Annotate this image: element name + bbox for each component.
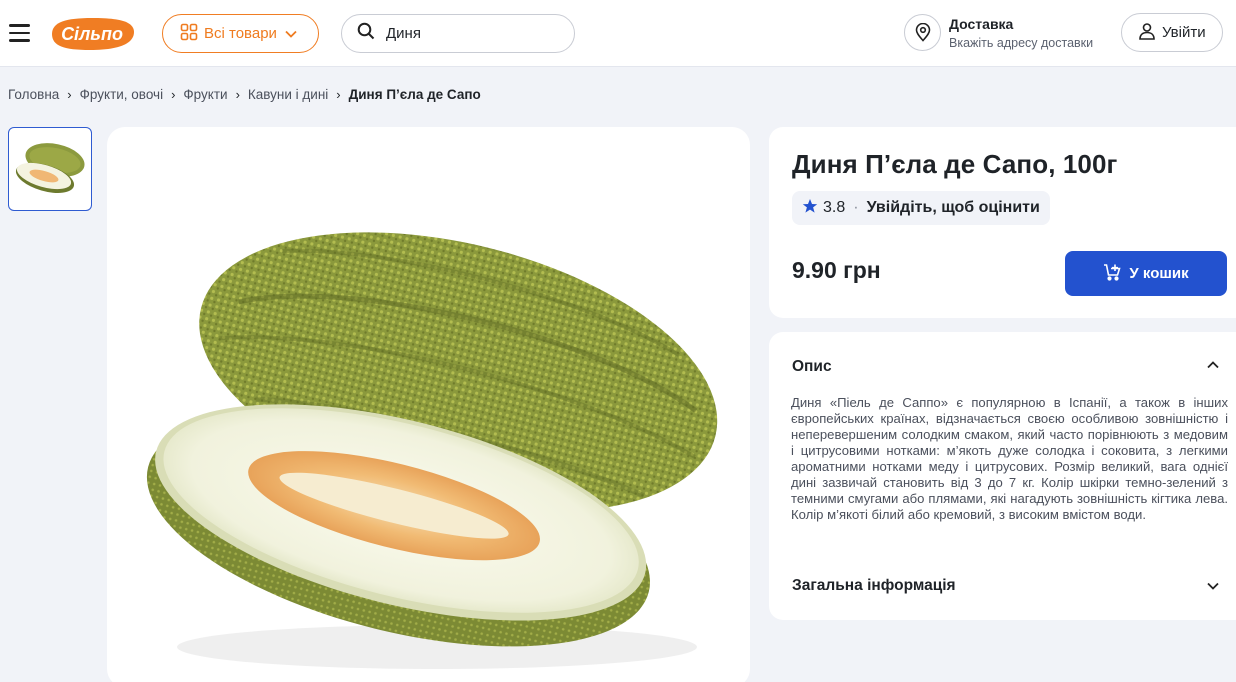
chevron-up-icon[interactable] — [1206, 358, 1226, 378]
login-label: Увійти — [1162, 24, 1206, 41]
menu-icon[interactable] — [9, 24, 30, 42]
description-heading[interactable]: Опис — [792, 358, 832, 376]
add-to-cart-button[interactable]: У кошик — [1065, 251, 1227, 296]
delivery-selector[interactable]: Доставка Вкажіть адресу доставки — [904, 14, 1093, 51]
chevron-right-icon: › — [235, 87, 240, 102]
product-summary-card: Диня П’єла де Сапо, 100г 3.8 · Увійдіть,… — [769, 127, 1236, 318]
add-to-cart-label: У кошик — [1129, 265, 1189, 282]
all-products-label: Всі товари — [204, 25, 277, 42]
breadcrumb-melons[interactable]: Кавуни і дині — [248, 87, 328, 102]
all-products-button[interactable]: Всі товари — [162, 14, 319, 53]
breadcrumb: Головна › Фрукти, овочі › Фрукти › Кавун… — [8, 87, 481, 102]
breadcrumb-fruits-vegetables[interactable]: Фрукти, овочі — [80, 87, 163, 102]
description-text: Диня «Піель де Саппо» є популярною в Ісп… — [791, 395, 1228, 522]
rating-badge: 3.8 · Увійдіть, щоб оцінити — [792, 191, 1050, 225]
search-box[interactable] — [341, 14, 575, 53]
login-button[interactable]: Увійти — [1121, 13, 1223, 52]
product-details-card: Опис Диня «Піель де Саппо» є популярною … — [769, 332, 1236, 620]
rate-login-link[interactable]: Увійдіть, щоб оцінити — [867, 199, 1040, 217]
cart-icon — [1103, 263, 1121, 285]
logo-text: Сільпо — [61, 24, 123, 44]
chevron-down-icon[interactable] — [1206, 579, 1226, 599]
product-main-image[interactable] — [107, 127, 750, 682]
search-icon[interactable] — [357, 22, 375, 45]
chevron-down-icon — [285, 25, 297, 42]
delivery-subtitle: Вкажіть адресу доставки — [949, 35, 1094, 50]
rating-separator: · — [853, 199, 859, 216]
logo[interactable]: Сільпо — [46, 14, 138, 54]
product-price: 9.90 грн — [792, 257, 881, 283]
star-icon — [802, 198, 818, 219]
user-icon — [1138, 22, 1156, 44]
location-pin-icon — [904, 14, 941, 51]
product-thumbnail[interactable] — [8, 127, 92, 211]
breadcrumb-fruits[interactable]: Фрукти — [183, 87, 227, 102]
grid-icon — [180, 23, 198, 45]
site-header: Сільпо Всі товари Доставка Вкажіть адрес… — [0, 0, 1236, 67]
chevron-right-icon: › — [67, 87, 72, 102]
general-info-heading[interactable]: Загальна інформація — [792, 577, 956, 595]
chevron-right-icon: › — [171, 87, 176, 102]
chevron-right-icon: › — [336, 87, 341, 102]
search-input[interactable] — [386, 25, 556, 42]
delivery-title: Доставка — [949, 15, 1014, 32]
product-title: Диня П’єла де Сапо, 100г — [792, 149, 1118, 179]
breadcrumb-current: Диня П’єла де Сапо — [348, 87, 481, 102]
breadcrumb-home[interactable]: Головна — [8, 87, 59, 102]
rating-value: 3.8 — [823, 199, 846, 216]
